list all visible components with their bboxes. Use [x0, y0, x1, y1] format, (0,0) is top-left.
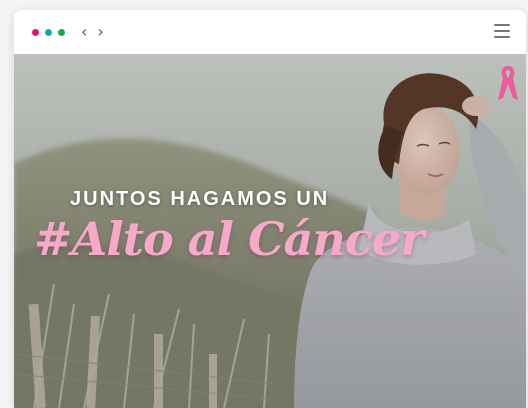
- window-controls: [32, 28, 65, 36]
- pink-ribbon-icon: [498, 66, 518, 100]
- hamburger-menu-icon[interactable]: [494, 24, 510, 38]
- hero-headline: JUNTOS HAGAMOS UN: [70, 188, 330, 210]
- forward-arrow-icon[interactable]: ›: [97, 24, 103, 40]
- browser-window: ‹ › JUNTOS HAGAMOS UN #Alto al Cáncer: [14, 10, 526, 408]
- browser-toolbar: ‹ ›: [14, 10, 526, 54]
- close-dot-icon[interactable]: [32, 28, 39, 36]
- hero-banner: JUNTOS HAGAMOS UN #Alto al Cáncer: [14, 54, 526, 408]
- minimize-dot-icon[interactable]: [45, 28, 52, 36]
- hero-hashtag: #Alto al Cáncer: [34, 212, 424, 266]
- back-arrow-icon[interactable]: ‹: [81, 24, 87, 40]
- maximize-dot-icon[interactable]: [58, 28, 65, 36]
